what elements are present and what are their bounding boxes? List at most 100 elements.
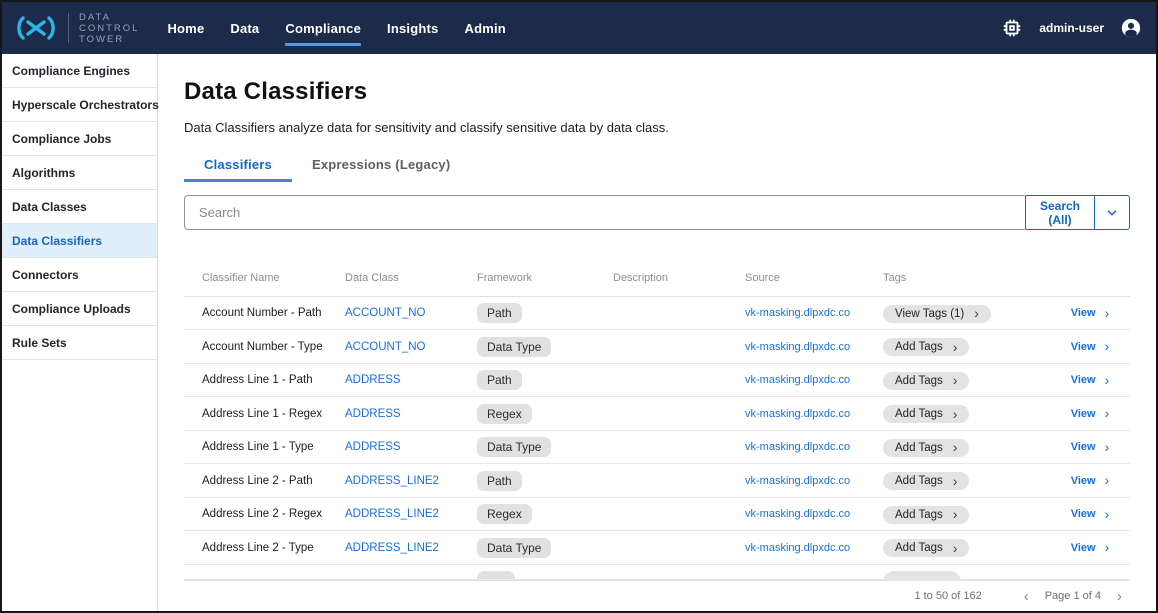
sidebar-item-compliance-jobs[interactable]: Compliance Jobs	[2, 122, 157, 156]
cell-data-class-link[interactable]: ADDRESS	[345, 374, 477, 386]
framework-chip: Data Type	[477, 337, 551, 357]
sidebar-item-data-classes[interactable]: Data Classes	[2, 190, 157, 224]
cell-data-class-link[interactable]: ADDRESS_LINE2	[345, 475, 477, 487]
cell-framework: Regex	[477, 404, 613, 424]
cell-framework: Data Type	[477, 437, 613, 457]
chevron-right-icon: ›	[1105, 408, 1110, 419]
cell-data-class-link[interactable]: ADDRESS	[345, 408, 477, 420]
view-link[interactable]: View›	[1071, 307, 1110, 319]
column-header-source: Source	[745, 272, 883, 284]
cell-source-link[interactable]: vk-masking.dlpxdc.co	[745, 441, 883, 453]
table-row: Address Line 2 - RegexADDRESS_LINE2Regex…	[184, 498, 1130, 532]
chevron-right-icon[interactable]: ›	[1115, 591, 1124, 602]
tags-button[interactable]: View Tags (1)›	[883, 305, 991, 323]
view-link[interactable]: View ›	[1071, 508, 1110, 520]
table-row: Account Number - PathACCOUNT_NOPathvk-ma…	[184, 297, 1130, 331]
account-circle-icon[interactable]	[1120, 17, 1142, 39]
cell-source-link[interactable]: vk-masking.dlpxdc.co	[745, 408, 883, 420]
tags-button[interactable]: Add Tags›	[883, 539, 969, 557]
sidebar-item-compliance-uploads[interactable]: Compliance Uploads	[2, 292, 157, 326]
tags-button[interactable]	[883, 571, 961, 580]
pagination-bar: 1 to 50 of 162 ‹ Page 1 of 4 ›	[184, 580, 1130, 611]
tab-classifiers[interactable]: Classifiers	[184, 151, 292, 182]
search-scope-dropdown[interactable]	[1094, 195, 1130, 230]
page-label: Page 1 of 4	[1045, 590, 1101, 602]
sidebar-item-compliance-engines[interactable]: Compliance Engines	[2, 54, 157, 88]
nav-item-home[interactable]: Home	[167, 15, 204, 42]
framework-chip: Path	[477, 303, 522, 323]
cell-source-link[interactable]: vk-masking.dlpxdc.co	[745, 374, 883, 386]
cell-tags: Add Tags›	[883, 404, 1050, 423]
cell-classifier-name: Address Line 1 - Path	[202, 374, 345, 386]
chevron-right-icon: ›	[1105, 509, 1110, 520]
cell-tags: Add Tags›	[883, 438, 1050, 457]
table-row-partial	[184, 565, 1130, 580]
tags-button[interactable]: Add Tags›	[883, 405, 969, 423]
column-header-description: Description	[613, 272, 745, 284]
table-row: Address Line 1 - TypeADDRESSData Type vk-…	[184, 431, 1130, 465]
view-link[interactable]: View›	[1071, 475, 1110, 487]
chevron-left-icon[interactable]: ‹	[1022, 591, 1031, 602]
sidebar: Compliance EnginesHyperscale Orchestrato…	[2, 54, 158, 611]
nav-item-data[interactable]: Data	[230, 15, 259, 42]
topbar: DATA CONTROL TOWER Home Data Compliance Ins…	[2, 2, 1156, 54]
cell-data-class-link[interactable]: ADDRESS_LINE2	[345, 508, 477, 520]
table-body: Account Number - PathACCOUNT_NOPathvk-ma…	[184, 297, 1130, 565]
tags-button[interactable]: Add Tags›	[883, 338, 969, 356]
sidebar-item-data-classifiers[interactable]: Data Classifiers	[2, 224, 157, 258]
view-link[interactable]: View›	[1071, 341, 1110, 353]
view-link-label: View	[1071, 508, 1096, 520]
sidebar-item-algorithms[interactable]: Algorithms	[2, 156, 157, 190]
framework-chip	[477, 571, 515, 580]
cell-source-link[interactable]: vk-masking.dlpxdc.co	[745, 475, 883, 487]
logo-line: DATA	[79, 12, 139, 23]
view-link-label: View	[1071, 475, 1096, 487]
logo-divider	[68, 13, 69, 43]
tags-button[interactable]: Add Tags›	[883, 372, 969, 390]
tags-button[interactable]: Add Tags›	[883, 439, 969, 457]
cell-source-link[interactable]: vk-masking.dlpxdc.co	[745, 542, 883, 554]
cell-source-link[interactable]: vk-masking.dlpxdc.co	[745, 307, 883, 319]
chevron-right-icon: ›	[1105, 542, 1110, 553]
chevron-right-icon: ›	[1105, 308, 1110, 319]
cell-source-link[interactable]: vk-masking.dlpxdc.co	[745, 341, 883, 353]
sidebar-item-hyperscale-orchestrators[interactable]: Hyperscale Orchestrators	[2, 88, 157, 122]
view-link[interactable]: View ›	[1071, 542, 1110, 554]
tab-bar: ClassifiersExpressions (Legacy)	[184, 151, 1130, 182]
cell-data-class-link[interactable]: ACCOUNT_NO	[345, 341, 477, 353]
delphix-logo-icon	[14, 13, 58, 43]
cell-data-class-link[interactable]: ACCOUNT_NO	[345, 307, 477, 319]
nav-item-insights[interactable]: Insights	[387, 15, 438, 42]
tags-button-label: Add Tags	[895, 341, 943, 353]
view-link[interactable]: View›	[1071, 408, 1110, 420]
cell-source-link[interactable]: vk-masking.dlpxdc.co	[745, 508, 883, 520]
tags-button[interactable]: Add Tags›	[883, 472, 969, 490]
view-link-label: View	[1071, 374, 1096, 386]
main-content: Data Classifiers Data Classifiers analyz…	[158, 54, 1156, 611]
sidebar-item-rule-sets[interactable]: Rule Sets	[2, 326, 157, 360]
search-input[interactable]	[184, 195, 1025, 230]
nav-item-admin[interactable]: Admin	[464, 15, 505, 42]
logo: DATA CONTROL TOWER	[14, 12, 139, 45]
view-link-label: View	[1071, 341, 1096, 353]
nav-item-compliance[interactable]: Compliance	[285, 15, 361, 42]
top-navigation: Home Data Compliance Insights Admin	[167, 15, 505, 42]
column-header-data-class: Data Class	[345, 272, 477, 284]
view-link[interactable]: View›	[1071, 374, 1110, 386]
cell-data-class-link[interactable]: ADDRESS_LINE2	[345, 542, 477, 554]
search-all-button[interactable]: Search (All)	[1025, 195, 1095, 230]
view-link-label: View	[1071, 542, 1096, 554]
page-description: Data Classifiers analyze data for sensit…	[184, 120, 1130, 135]
chip-icon[interactable]	[1001, 17, 1023, 39]
sidebar-item-connectors[interactable]: Connectors	[2, 258, 157, 292]
chevron-right-icon: ›	[953, 476, 958, 487]
search-bar: Search (All)	[184, 195, 1130, 230]
tags-button[interactable]: Add Tags›	[883, 506, 969, 524]
view-link[interactable]: View›	[1071, 441, 1110, 453]
cell-data-class-link[interactable]: ADDRESS	[345, 441, 477, 453]
cell-tags: View Tags (1)›	[883, 304, 1050, 323]
tab-expressions-legacy[interactable]: Expressions (Legacy)	[292, 151, 470, 182]
table-row: Address Line 2 - PathADDRESS_LINE2Pathvk…	[184, 464, 1130, 498]
tags-button-label: Add Tags	[895, 375, 943, 387]
cell-classifier-name: Address Line 1 - Type	[202, 441, 345, 453]
